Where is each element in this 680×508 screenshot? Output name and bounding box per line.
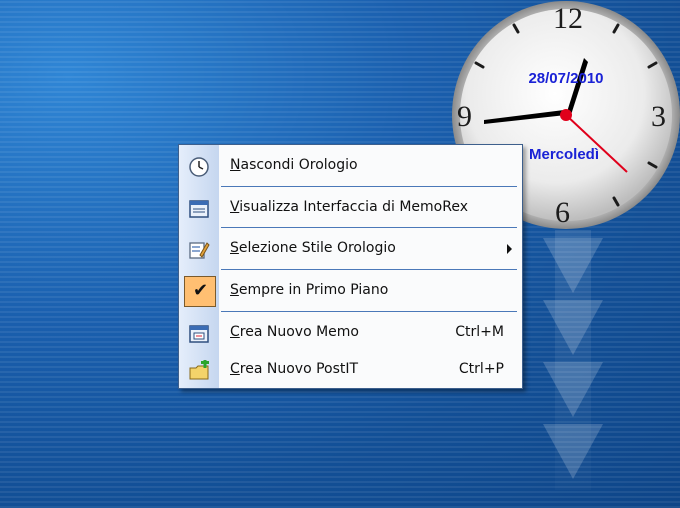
menu-item-label: Nascondi Orologio xyxy=(230,157,358,173)
menu-item-show-memorex[interactable]: Visualizza Interfaccia di MemoRex xyxy=(179,189,522,227)
submenu-arrow-icon xyxy=(507,244,512,254)
menu-item-label: Visualizza Interfaccia di MemoRex xyxy=(230,199,468,215)
style-edit-icon xyxy=(188,239,210,261)
checkmark-icon: ✔ xyxy=(193,280,209,301)
context-menu: Nascondi Orologio Visualizza Interfaccia… xyxy=(178,144,523,389)
clock-weekday: Mercoledì xyxy=(528,146,600,163)
decorative-arrow xyxy=(543,238,603,293)
clock-numeral-6: 6 xyxy=(555,196,570,229)
checked-state-box: ✔ xyxy=(184,276,216,307)
menu-separator xyxy=(221,227,517,228)
decorative-arrow xyxy=(543,424,603,479)
clock-date: 28/07/2010 xyxy=(528,70,604,87)
menu-item-clock-style[interactable]: Selezione Stile Orologio xyxy=(179,230,522,268)
menu-item-label: Selezione Stile Orologio xyxy=(230,240,396,256)
menu-item-shortcut: Ctrl+P xyxy=(458,361,504,377)
menu-item-label: Crea Nuovo Memo xyxy=(230,324,359,340)
decorative-arrow xyxy=(543,300,603,355)
menu-item-new-postit[interactable]: Crea Nuovo PostIT Ctrl+P xyxy=(179,351,522,389)
clock-numeral-3: 3 xyxy=(651,100,666,133)
memo-icon xyxy=(188,323,210,345)
clock-numeral-12: 12 xyxy=(553,2,583,35)
window-icon xyxy=(188,198,210,220)
menu-item-hide-clock[interactable]: Nascondi Orologio xyxy=(179,147,522,185)
menu-separator xyxy=(221,311,517,312)
menu-item-label: Sempre in Primo Piano xyxy=(230,282,389,298)
postit-folder-icon xyxy=(188,360,210,382)
menu-item-always-on-top[interactable]: ✔ Sempre in Primo Piano xyxy=(179,272,522,310)
menu-separator xyxy=(221,186,517,187)
menu-item-label: Crea Nuovo PostIT xyxy=(230,361,359,377)
clock-icon xyxy=(188,156,210,178)
decorative-arrow xyxy=(543,362,603,417)
clock-numeral-9: 9 xyxy=(457,100,472,133)
menu-item-shortcut: Ctrl+M xyxy=(455,324,504,340)
menu-separator xyxy=(221,269,517,270)
menu-item-new-memo[interactable]: Crea Nuovo Memo Ctrl+M xyxy=(179,314,522,352)
